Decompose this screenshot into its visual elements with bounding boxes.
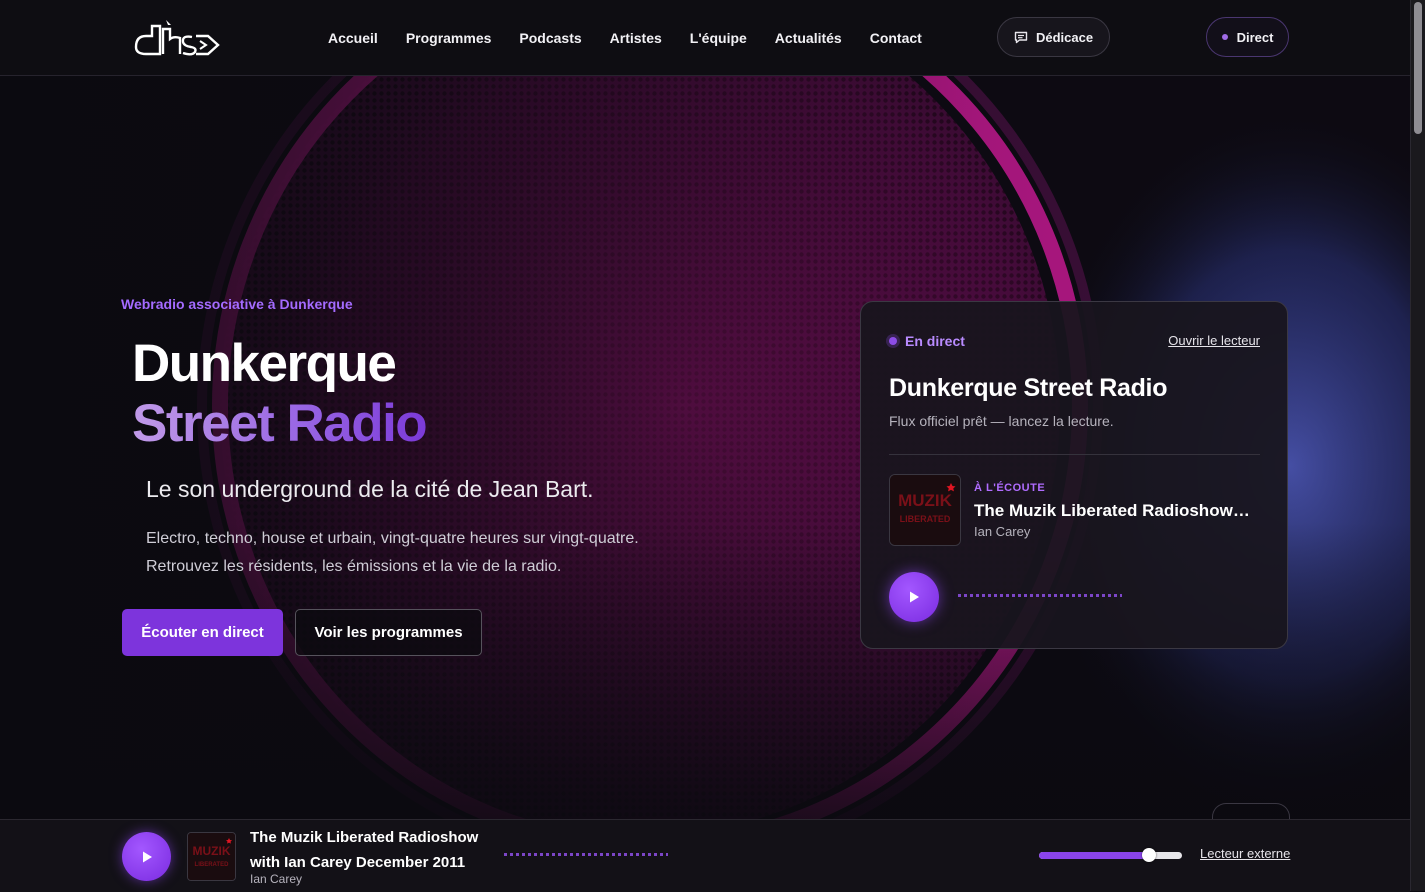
main-nav: Accueil Programmes Podcasts Artistes L'é… [328, 0, 922, 75]
bottom-player: MUZIK LIBERATED The Muzik Liberated Radi… [0, 819, 1410, 892]
hero-tagline: Le son underground de la cité de Jean Ba… [146, 476, 594, 502]
hero-description-line2: Retrouvez les résidents, les émissions e… [146, 558, 562, 575]
hero-eyebrow: Webradio associative à Dunkerque [121, 296, 353, 312]
hero-section: Webradio associative à Dunkerque Dunkerq… [0, 76, 1410, 819]
hero-title-line1: Dunkerque [132, 334, 397, 393]
station-name: Dunkerque Street Radio [889, 374, 1168, 402]
live-card: En direct Ouvrir le lecteur Dunkerque St… [860, 301, 1288, 649]
cover-text-word2: LIBERATED [900, 514, 951, 524]
nav-equipe[interactable]: L'équipe [690, 30, 747, 46]
nav-contact[interactable]: Contact [870, 30, 922, 46]
live-status: En direct [889, 333, 965, 349]
nav-artistes[interactable]: Artistes [610, 30, 662, 46]
player-track-title: The Muzik Liberated Radioshow with Ian C… [250, 829, 479, 871]
volume-fill [1039, 852, 1150, 859]
card-play-button[interactable] [889, 572, 939, 622]
player-waveform [504, 853, 668, 856]
view-programs-button[interactable]: Voir les programmes [295, 609, 482, 656]
card-divider [889, 454, 1260, 455]
hero-description-line1: Electro, techno, house et urbain, vingt-… [146, 530, 639, 547]
nav-actualites[interactable]: Actualités [775, 30, 842, 46]
cover-text-word1: MUZIK [898, 491, 953, 510]
site-logo[interactable] [130, 17, 222, 61]
direct-label: Direct [1236, 29, 1274, 45]
player-artist: Ian Carey [250, 872, 303, 886]
track-cover-image: MUZIK LIBERATED [889, 474, 961, 546]
player-cover-image: MUZIK LIBERATED [187, 832, 236, 881]
play-icon [910, 591, 919, 603]
dedicace-button[interactable]: Dédicace [997, 17, 1110, 57]
card-waveform [958, 594, 1122, 597]
live-dot-icon [1221, 34, 1228, 40]
now-playing-label: À L'ÉCOUTE [974, 482, 1046, 494]
open-player-link[interactable]: Ouvrir le lecteur [1168, 333, 1260, 348]
nav-podcasts[interactable]: Podcasts [519, 30, 581, 46]
page-scrollbar[interactable] [1410, 0, 1425, 891]
scrollbar-thumb[interactable] [1414, 2, 1422, 134]
hero-title-line2: Street Radio [132, 394, 428, 453]
live-status-label: En direct [905, 333, 965, 349]
direct-button[interactable]: Direct [1206, 17, 1289, 57]
now-playing-title: The Muzik Liberated Radioshow with Ian C… [974, 501, 1254, 520]
nav-programmes[interactable]: Programmes [406, 30, 492, 46]
external-player-link[interactable]: Lecteur externe [1200, 846, 1290, 861]
station-subtitle: Flux officiel prêt — lancez la lecture. [889, 413, 1114, 429]
live-dot-icon [889, 337, 897, 345]
listen-live-button[interactable]: Écouter en direct [122, 609, 283, 656]
player-play-button[interactable] [122, 832, 171, 881]
player-cover-word1: MUZIK [193, 844, 231, 858]
player-cover-word2: LIBERATED [195, 862, 230, 868]
message-icon [1014, 31, 1028, 43]
now-playing-artist: Ian Carey [974, 524, 1031, 539]
dedicace-label: Dédicace [1035, 29, 1094, 45]
hero-description: Electro, techno, house et urbain, vingt-… [146, 525, 706, 581]
volume-knob[interactable] [1142, 848, 1157, 862]
volume-slider[interactable] [1039, 848, 1182, 862]
play-icon [142, 851, 152, 862]
site-header: Accueil Programmes Podcasts Artistes L'é… [0, 0, 1410, 76]
nav-accueil[interactable]: Accueil [328, 30, 378, 46]
